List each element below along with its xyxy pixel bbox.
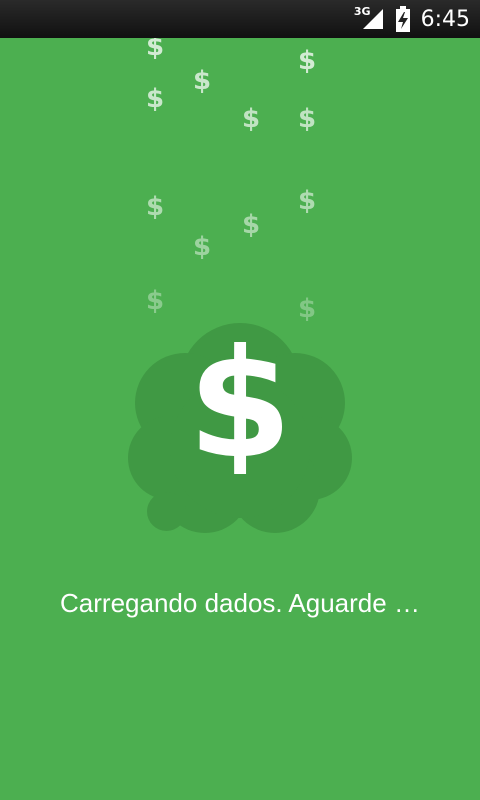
falling-dollar-icon: $ [146,84,165,114]
falling-dollar-icon: $ [146,192,165,222]
falling-dollar-icon: $ [298,186,317,216]
thought-bubble [147,492,186,531]
battery-icon [395,6,411,32]
network-type-label: 3G [353,4,371,18]
falling-dollar-icon: $ [298,104,317,134]
falling-dollar-icon: $ [242,104,261,134]
status-icons: 3G 6:45 [354,0,470,38]
falling-dollar-icon: $ [146,38,165,62]
falling-dollar-icon: $ [298,46,317,76]
clock-time: 6:45 [420,6,470,32]
falling-dollar-icon: $ [193,232,212,262]
loading-message: Carregando dados. Aguarde … [60,588,420,618]
falling-dollar-icon: $ [193,66,212,96]
svg-text:$: $ [188,334,292,474]
loading-screen: $ $ $ $ $ $ $ $ $ $ $ $ $ Carregando dad… [0,38,480,800]
falling-dollar-icon: $ [242,210,261,240]
dollar-icon: $ [188,334,292,474]
status-bar: 3G 6:45 [0,0,480,38]
